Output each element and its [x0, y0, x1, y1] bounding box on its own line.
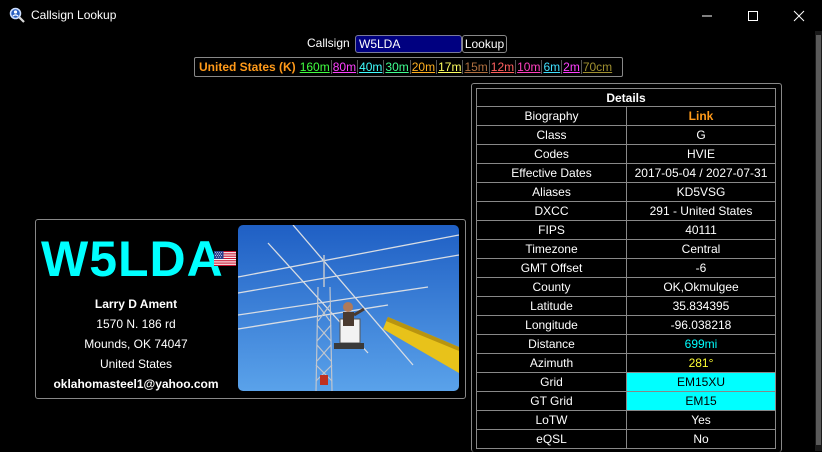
band-link-30m[interactable]: 30m	[383, 60, 409, 74]
details-value: 40111	[626, 220, 776, 240]
operator-email[interactable]: oklahomasteel1@yahoo.com	[36, 377, 236, 391]
details-value: 35.834395	[626, 296, 776, 316]
details-value: -6	[626, 258, 776, 278]
details-key: County	[476, 277, 627, 297]
details-key: Class	[476, 125, 627, 145]
details-row: eQSL No	[476, 429, 776, 449]
details-row: GT Grid EM15	[476, 391, 776, 411]
details-value: 699mi	[626, 334, 776, 354]
details-value: EM15XU	[626, 372, 776, 392]
country-label: United States (K)	[199, 60, 296, 74]
details-row: Effective Dates 2017-05-04 / 2027-07-31	[476, 163, 776, 183]
details-row: LoTW Yes	[476, 410, 776, 430]
band-link-6m[interactable]: 6m	[541, 60, 561, 74]
details-key: Biography	[476, 106, 627, 126]
details-value: KD5VSG	[626, 182, 776, 202]
band-link-80m[interactable]: 80m	[330, 60, 357, 74]
details-key: Codes	[476, 144, 627, 164]
band-link-10m[interactable]: 10m	[515, 60, 541, 74]
details-key: Longitude	[476, 315, 627, 335]
callsign-label: Callsign	[307, 36, 350, 50]
details-table: Details Biography Link Class G Codes HVIE Effe…	[476, 88, 776, 449]
biography-link[interactable]: Link	[626, 106, 776, 126]
details-value: G	[626, 125, 776, 145]
details-value: No	[626, 429, 776, 449]
details-row: Distance 699mi	[476, 334, 776, 354]
band-list: 160m 80m 40m 30m 20m 17m 15m 12m 10m 6m 2m 70cm	[299, 60, 613, 74]
details-row: Timezone Central	[476, 239, 776, 259]
details-row: Aliases KD5VSG	[476, 182, 776, 202]
details-key: Distance	[476, 334, 627, 354]
details-key: DXCC	[476, 201, 627, 221]
details-key: Latitude	[476, 296, 627, 316]
address-city: Mounds, OK 74047	[84, 337, 188, 351]
details-key: LoTW	[476, 410, 627, 430]
details-value: HVIE	[626, 144, 776, 164]
details-row: FIPS 40111	[476, 220, 776, 240]
operator-photo	[238, 225, 459, 391]
details-key: GT Grid	[476, 391, 627, 411]
band-link-2m[interactable]: 2m	[561, 60, 581, 74]
details-value: EM15	[626, 391, 776, 411]
details-value: Yes	[626, 410, 776, 430]
vertical-scrollbar[interactable]	[815, 31, 822, 451]
details-key: Effective Dates	[476, 163, 627, 183]
band-link-70cm[interactable]: 70cm	[580, 60, 613, 74]
callsign-input[interactable]	[355, 35, 462, 53]
maximize-icon	[748, 10, 758, 21]
details-key: GMT Offset	[476, 258, 627, 278]
operator-name: Larry D Ament	[94, 297, 178, 311]
details-row: Class G	[476, 125, 776, 145]
details-key: Timezone	[476, 239, 627, 259]
window-title: Callsign Lookup	[31, 8, 117, 22]
band-link-160m[interactable]: 160m	[299, 60, 331, 74]
minimize-icon	[702, 15, 712, 16]
title-bar: Callsign Lookup	[0, 0, 822, 31]
band-link-12m[interactable]: 12m	[488, 60, 515, 74]
band-link-17m[interactable]: 17m	[436, 60, 462, 74]
close-icon	[793, 10, 805, 21]
maximize-button[interactable]	[730, 0, 776, 31]
details-row: Grid EM15XU	[476, 372, 776, 392]
callsign-card: W5LDA Larry D Ament 1570 N. 186 rd Mound…	[35, 219, 466, 399]
band-bar: United States (K) 160m 80m 40m 30m 20m 17m 15m…	[194, 57, 623, 77]
details-value: OK,Okmulgee	[626, 277, 776, 297]
magnifier-icon	[9, 7, 25, 23]
details-value: 281°	[626, 353, 776, 373]
details-value: 291 - United States	[626, 201, 776, 221]
details-row: County OK,Okmulgee	[476, 277, 776, 297]
band-link-40m[interactable]: 40m	[357, 60, 383, 74]
scrollbar-thumb[interactable]	[816, 35, 821, 445]
us-flag-icon	[214, 251, 236, 266]
band-link-15m[interactable]: 15m	[462, 60, 488, 74]
details-row: Biography Link	[476, 106, 776, 126]
lookup-button[interactable]: Lookup	[462, 35, 507, 53]
details-key: Aliases	[476, 182, 627, 202]
details-key: FIPS	[476, 220, 627, 240]
details-header: Details	[476, 88, 776, 107]
close-button[interactable]	[776, 0, 822, 31]
details-row: Longitude -96.038218	[476, 315, 776, 335]
card-callsign: W5LDA	[41, 231, 224, 287]
address-country: United States	[99, 357, 173, 371]
band-link-20m[interactable]: 20m	[409, 60, 436, 74]
details-key: Grid	[476, 372, 627, 392]
details-row: Azimuth 281°	[476, 353, 776, 373]
minimize-button[interactable]	[684, 0, 730, 31]
details-value: Central	[626, 239, 776, 259]
address-street: 1570 N. 186 rd	[96, 317, 176, 331]
details-row: Latitude 35.834395	[476, 296, 776, 316]
details-key: Azimuth	[476, 353, 627, 373]
details-key: eQSL	[476, 429, 627, 449]
details-value: -96.038218	[626, 315, 776, 335]
details-row: DXCC 291 - United States	[476, 201, 776, 221]
details-value: 2017-05-04 / 2027-07-31	[626, 163, 776, 183]
details-row: Codes HVIE	[476, 144, 776, 164]
details-row: GMT Offset -6	[476, 258, 776, 278]
